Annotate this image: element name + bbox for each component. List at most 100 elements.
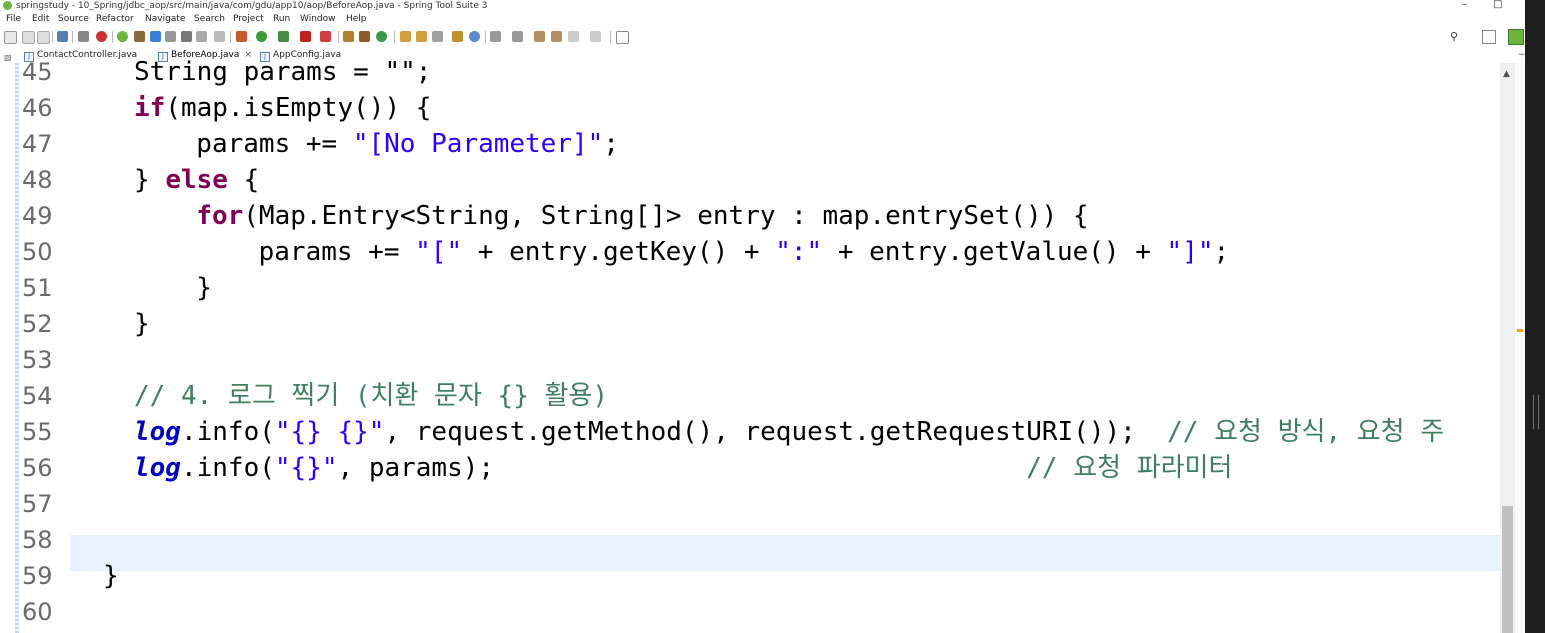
save-icon[interactable] bbox=[22, 31, 35, 44]
menu-search[interactable]: Search bbox=[194, 12, 225, 26]
line-number: 52 bbox=[22, 310, 53, 338]
vertical-scrollbar[interactable]: ▲ bbox=[1500, 63, 1515, 633]
line-number: 59 bbox=[22, 562, 53, 590]
code-line[interactable]: 59} bbox=[0, 558, 1500, 594]
open-project-icon[interactable] bbox=[416, 31, 427, 42]
code-line[interactable]: 56 log.info("{}", params); // 요청 파라미터 bbox=[0, 450, 1500, 486]
code-text[interactable]: for(Map.Entry<String, String[]> entry : … bbox=[165, 198, 1088, 234]
search-tool-icon[interactable] bbox=[181, 31, 192, 42]
title-bar: springstudy - 10_Spring/jdbc_aop/src/mai… bbox=[0, 0, 1545, 12]
spring-perspective-icon[interactable] bbox=[1508, 29, 1524, 45]
code-text[interactable]: } bbox=[103, 558, 119, 594]
code-line[interactable]: 49 for(Map.Entry<String, String[]> entry… bbox=[0, 198, 1500, 234]
code-line[interactable]: 46 if(map.isEmpty()) { bbox=[0, 90, 1500, 126]
code-text[interactable]: } bbox=[134, 306, 150, 342]
code-text[interactable]: } bbox=[165, 270, 212, 306]
external-tools-icon[interactable] bbox=[300, 31, 311, 42]
line-number: 49 bbox=[22, 202, 53, 230]
open-perspective-icon[interactable] bbox=[1482, 30, 1496, 44]
minimize-button[interactable]: – bbox=[1462, 0, 1467, 10]
code-line[interactable]: 47 params += "[No Parameter]"; bbox=[0, 126, 1500, 162]
code-line[interactable]: 52} bbox=[0, 306, 1500, 342]
code-text[interactable]: String params = ""; bbox=[134, 54, 431, 90]
open-folder-icon[interactable] bbox=[400, 31, 411, 42]
menu-run[interactable]: Run bbox=[273, 12, 290, 26]
toolbar: ⚲ bbox=[0, 27, 1545, 47]
back-icon[interactable] bbox=[551, 31, 562, 42]
pin-editor-icon[interactable] bbox=[616, 31, 629, 44]
annotation-icon[interactable] bbox=[452, 31, 463, 42]
line-number: 45 bbox=[22, 58, 53, 86]
menu-window[interactable]: Window bbox=[300, 12, 336, 26]
menu-file[interactable]: File bbox=[6, 12, 21, 26]
save-all-icon[interactable] bbox=[37, 31, 50, 44]
pen-icon[interactable] bbox=[432, 31, 443, 42]
last-edit-icon[interactable] bbox=[534, 31, 545, 42]
menu-project[interactable]: Project bbox=[233, 12, 264, 26]
forward-history-icon[interactable] bbox=[590, 31, 601, 42]
code-line[interactable]: 57 bbox=[0, 486, 1500, 522]
overview-ruler[interactable] bbox=[1515, 63, 1525, 633]
show-whitespace-icon[interactable] bbox=[196, 31, 207, 42]
code-line[interactable]: 55 log.info("{} {}", request.getMethod(),… bbox=[0, 414, 1500, 450]
code-line[interactable]: 60 bbox=[0, 594, 1500, 630]
boot-dashboard-icon[interactable] bbox=[117, 31, 128, 42]
window-title: springstudy - 10_Spring/jdbc_aop/src/mai… bbox=[16, 1, 488, 11]
code-line[interactable]: 51 } bbox=[0, 270, 1500, 306]
line-number: 60 bbox=[22, 598, 53, 626]
code-line[interactable]: 58 bbox=[0, 522, 1500, 558]
coverage-icon[interactable] bbox=[278, 31, 289, 42]
code-line[interactable]: 45 String params = ""; bbox=[0, 54, 1500, 90]
new-icon[interactable] bbox=[4, 31, 17, 44]
code-text[interactable]: // 4. 로그 찍기 (치환 문자 {} 활용) bbox=[134, 378, 608, 414]
line-number: 53 bbox=[22, 346, 53, 374]
menu-refactor[interactable]: Refactor bbox=[96, 12, 134, 26]
code-text[interactable]: params += "[" + entry.getKey() + ":" + e… bbox=[196, 234, 1230, 270]
run-icon[interactable] bbox=[256, 31, 267, 42]
new-class-icon[interactable] bbox=[376, 31, 387, 42]
overview-marker[interactable] bbox=[1517, 329, 1523, 332]
line-number: 50 bbox=[22, 238, 53, 266]
menu-help[interactable]: Help bbox=[346, 12, 367, 26]
menu-navigate[interactable]: Navigate bbox=[145, 12, 185, 26]
line-number: 55 bbox=[22, 418, 53, 446]
search-icon[interactable]: ⚲ bbox=[1450, 30, 1458, 43]
scroll-up-icon[interactable]: ▲ bbox=[1503, 69, 1510, 79]
previous-annotation-icon[interactable] bbox=[512, 31, 523, 42]
side-panel-edge bbox=[1525, 0, 1545, 633]
globe-icon[interactable] bbox=[469, 31, 480, 42]
open-type-icon[interactable] bbox=[150, 31, 161, 42]
code-text[interactable]: log.info("{}", params); // 요청 파라미터 bbox=[134, 450, 1232, 486]
code-text[interactable]: log.info("{} {}", request.getMethod(), r… bbox=[134, 414, 1444, 450]
open-task-icon[interactable] bbox=[165, 31, 176, 42]
new-package-icon[interactable] bbox=[359, 31, 370, 42]
forward-icon[interactable] bbox=[568, 31, 579, 42]
line-number: 47 bbox=[22, 130, 53, 158]
code-text[interactable]: params += "[No Parameter]"; bbox=[165, 126, 619, 162]
new-java-project-icon[interactable] bbox=[343, 31, 354, 42]
code-text[interactable]: } else { bbox=[134, 162, 259, 198]
debug-icon[interactable] bbox=[236, 31, 247, 42]
code-line[interactable]: 54 // 4. 로그 찍기 (치환 문자 {} 활용) bbox=[0, 378, 1500, 414]
resize-grip-icon[interactable] bbox=[1533, 395, 1539, 429]
code-line[interactable]: 50 params += "[" + entry.getKey() + ":" … bbox=[0, 234, 1500, 270]
code-text[interactable]: if(map.isEmpty()) { bbox=[134, 90, 431, 126]
line-number: 58 bbox=[22, 526, 53, 554]
stop-icon[interactable] bbox=[96, 31, 107, 42]
terminal-icon[interactable] bbox=[57, 31, 68, 42]
spring-tool-suite-icon bbox=[3, 1, 12, 10]
paragraph-icon[interactable] bbox=[214, 31, 225, 42]
skip-breakpoints-icon[interactable] bbox=[78, 31, 89, 42]
maven-icon[interactable] bbox=[320, 31, 331, 42]
menu-edit[interactable]: Edit bbox=[32, 12, 49, 26]
maximize-button[interactable]: □ bbox=[1493, 0, 1502, 10]
code-line[interactable]: 48} else { bbox=[0, 162, 1500, 198]
line-number: 56 bbox=[22, 454, 53, 482]
line-number: 57 bbox=[22, 490, 53, 518]
menu-source[interactable]: Source bbox=[58, 12, 89, 26]
menu-bar: File Edit Source Refactor Navigate Searc… bbox=[0, 12, 1545, 26]
code-line[interactable]: 53 bbox=[0, 342, 1500, 378]
scrollbar-thumb[interactable] bbox=[1502, 506, 1513, 633]
next-annotation-icon[interactable] bbox=[490, 31, 501, 42]
spring-starter-icon[interactable] bbox=[134, 31, 145, 42]
